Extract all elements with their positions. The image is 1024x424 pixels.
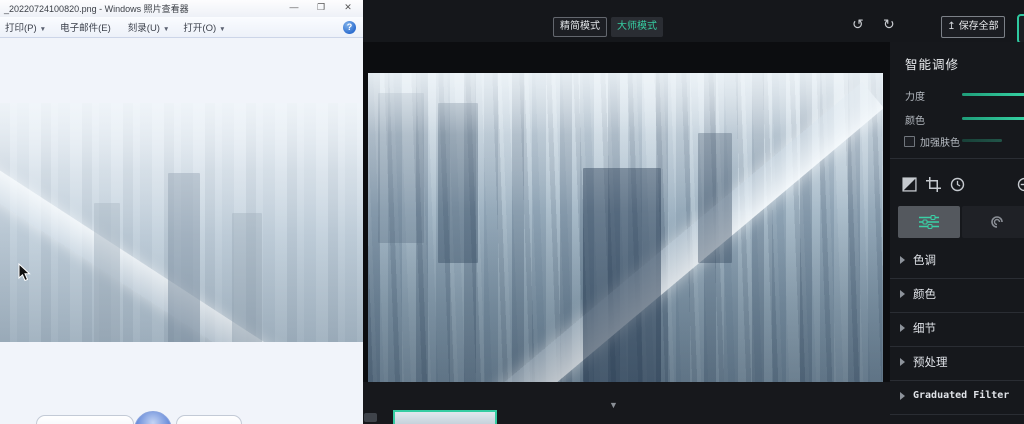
slider-fill bbox=[962, 139, 1002, 142]
haze-overlay bbox=[0, 103, 363, 342]
dropdown-arrow-icon: ▼ bbox=[162, 26, 170, 33]
help-icon[interactable]: ? bbox=[343, 21, 356, 34]
titlebar: _20220724100820.png - Windows 照片查看器 — ❐ … bbox=[0, 0, 363, 18]
slideshow-button[interactable] bbox=[134, 411, 172, 424]
chevron-right-icon bbox=[900, 392, 905, 400]
lite-mode-button[interactable]: 精简模式 bbox=[553, 17, 607, 37]
menu-open[interactable]: 打开(O) ▼ bbox=[183, 20, 225, 34]
mouse-cursor bbox=[18, 263, 31, 282]
photo-hazy-cityscape bbox=[0, 103, 363, 342]
section-graduated-filter[interactable]: Graduated Filter bbox=[890, 380, 1024, 414]
enhance-skin-label: 加强肤色 bbox=[920, 138, 960, 149]
chevron-right-icon bbox=[900, 358, 905, 366]
tab-adjust[interactable] bbox=[898, 206, 960, 238]
collapse-panel-icon[interactable] bbox=[1017, 177, 1024, 192]
minimize-button[interactable]: — bbox=[282, 0, 306, 15]
close-button[interactable]: ✕ bbox=[336, 0, 360, 15]
section-color[interactable]: 颜色 bbox=[890, 278, 1024, 312]
menu-print[interactable]: 打印(P) ▼ bbox=[5, 20, 46, 34]
photo-enhanced-cityscape bbox=[368, 73, 883, 382]
slider-fill bbox=[962, 117, 1024, 120]
undo-icon[interactable]: ↺ bbox=[852, 16, 864, 33]
section-preprocess[interactable]: 预处理 bbox=[890, 346, 1024, 380]
enhance-skin-checkbox[interactable] bbox=[904, 136, 915, 147]
menu-burn[interactable]: 刻录(U) ▼ bbox=[128, 20, 170, 34]
thumbnail-fragment[interactable] bbox=[364, 413, 377, 422]
divider bbox=[890, 158, 1024, 159]
maximize-button[interactable]: ❐ bbox=[309, 0, 333, 15]
dropdown-arrow-icon: ▼ bbox=[39, 26, 47, 33]
filmstrip-collapse-icon[interactable]: ▼ bbox=[609, 400, 618, 410]
zoom-controls[interactable] bbox=[36, 415, 134, 424]
section-detail[interactable]: 细节 bbox=[890, 312, 1024, 346]
chevron-right-icon bbox=[900, 290, 905, 298]
dropdown-arrow-icon: ▼ bbox=[219, 26, 226, 33]
menubar: 打印(P) ▼ 电子邮件(E) 刻录(U) ▼ 打开(O) ▼ ? bbox=[0, 17, 363, 38]
disabled-slider bbox=[962, 139, 1002, 142]
save-all-button[interactable]: ↥ 保存全部 bbox=[941, 16, 1005, 38]
photo-viewer-window: _20220724100820.png - Windows 照片查看器 — ❐ … bbox=[0, 0, 363, 424]
section-tone[interactable]: 色调 bbox=[890, 244, 1024, 278]
rotate-controls[interactable] bbox=[176, 415, 242, 424]
viewer-canvas bbox=[0, 38, 363, 424]
crop-icon[interactable] bbox=[926, 177, 941, 192]
redo-icon[interactable]: ↻ bbox=[883, 16, 895, 33]
master-mode-button[interactable]: 大师模式 bbox=[611, 17, 663, 37]
strength-label: 力度 bbox=[905, 92, 925, 103]
tab-effects[interactable] bbox=[962, 206, 1024, 238]
chevron-right-icon bbox=[900, 324, 905, 332]
edge-button-fragment[interactable] bbox=[1017, 14, 1024, 44]
history-clock-icon[interactable] bbox=[950, 177, 965, 192]
color-slider[interactable] bbox=[962, 117, 1024, 120]
window-title: _20220724100820.png - Windows 照片查看器 bbox=[4, 4, 189, 14]
selected-thumbnail[interactable] bbox=[393, 410, 497, 424]
sliders-icon bbox=[919, 215, 939, 229]
tone-overlay bbox=[368, 73, 883, 382]
editor-canvas bbox=[363, 42, 890, 382]
effects-swirl-icon bbox=[991, 216, 1003, 228]
before-after-compare-icon[interactable] bbox=[902, 177, 917, 192]
chevron-right-icon bbox=[900, 256, 905, 264]
export-icon: ↥ bbox=[947, 21, 956, 32]
divider bbox=[890, 414, 1024, 415]
panel-title: 智能调修 bbox=[905, 58, 960, 72]
adjust-panel: 智能调修 力度 颜色 加强肤色 色调 颜色 细节 预处理 Graduated F… bbox=[890, 42, 1024, 424]
screenshot-root: _20220724100820.png - Windows 照片查看器 — ❐ … bbox=[0, 0, 1024, 424]
slider-fill bbox=[962, 93, 1024, 96]
editor-topbar: 精简模式 大师模式 ↺ ↻ ↥ 保存全部 bbox=[363, 0, 1024, 44]
color-strength-label: 颜色 bbox=[905, 116, 925, 127]
photo-editor-window: 精简模式 大师模式 ↺ ↻ ↥ 保存全部 ▼ 智能调修 力度 颜色 加强肤色 色… bbox=[363, 0, 1024, 424]
menu-email[interactable]: 电子邮件(E) bbox=[60, 20, 114, 34]
strength-slider[interactable] bbox=[962, 93, 1024, 96]
